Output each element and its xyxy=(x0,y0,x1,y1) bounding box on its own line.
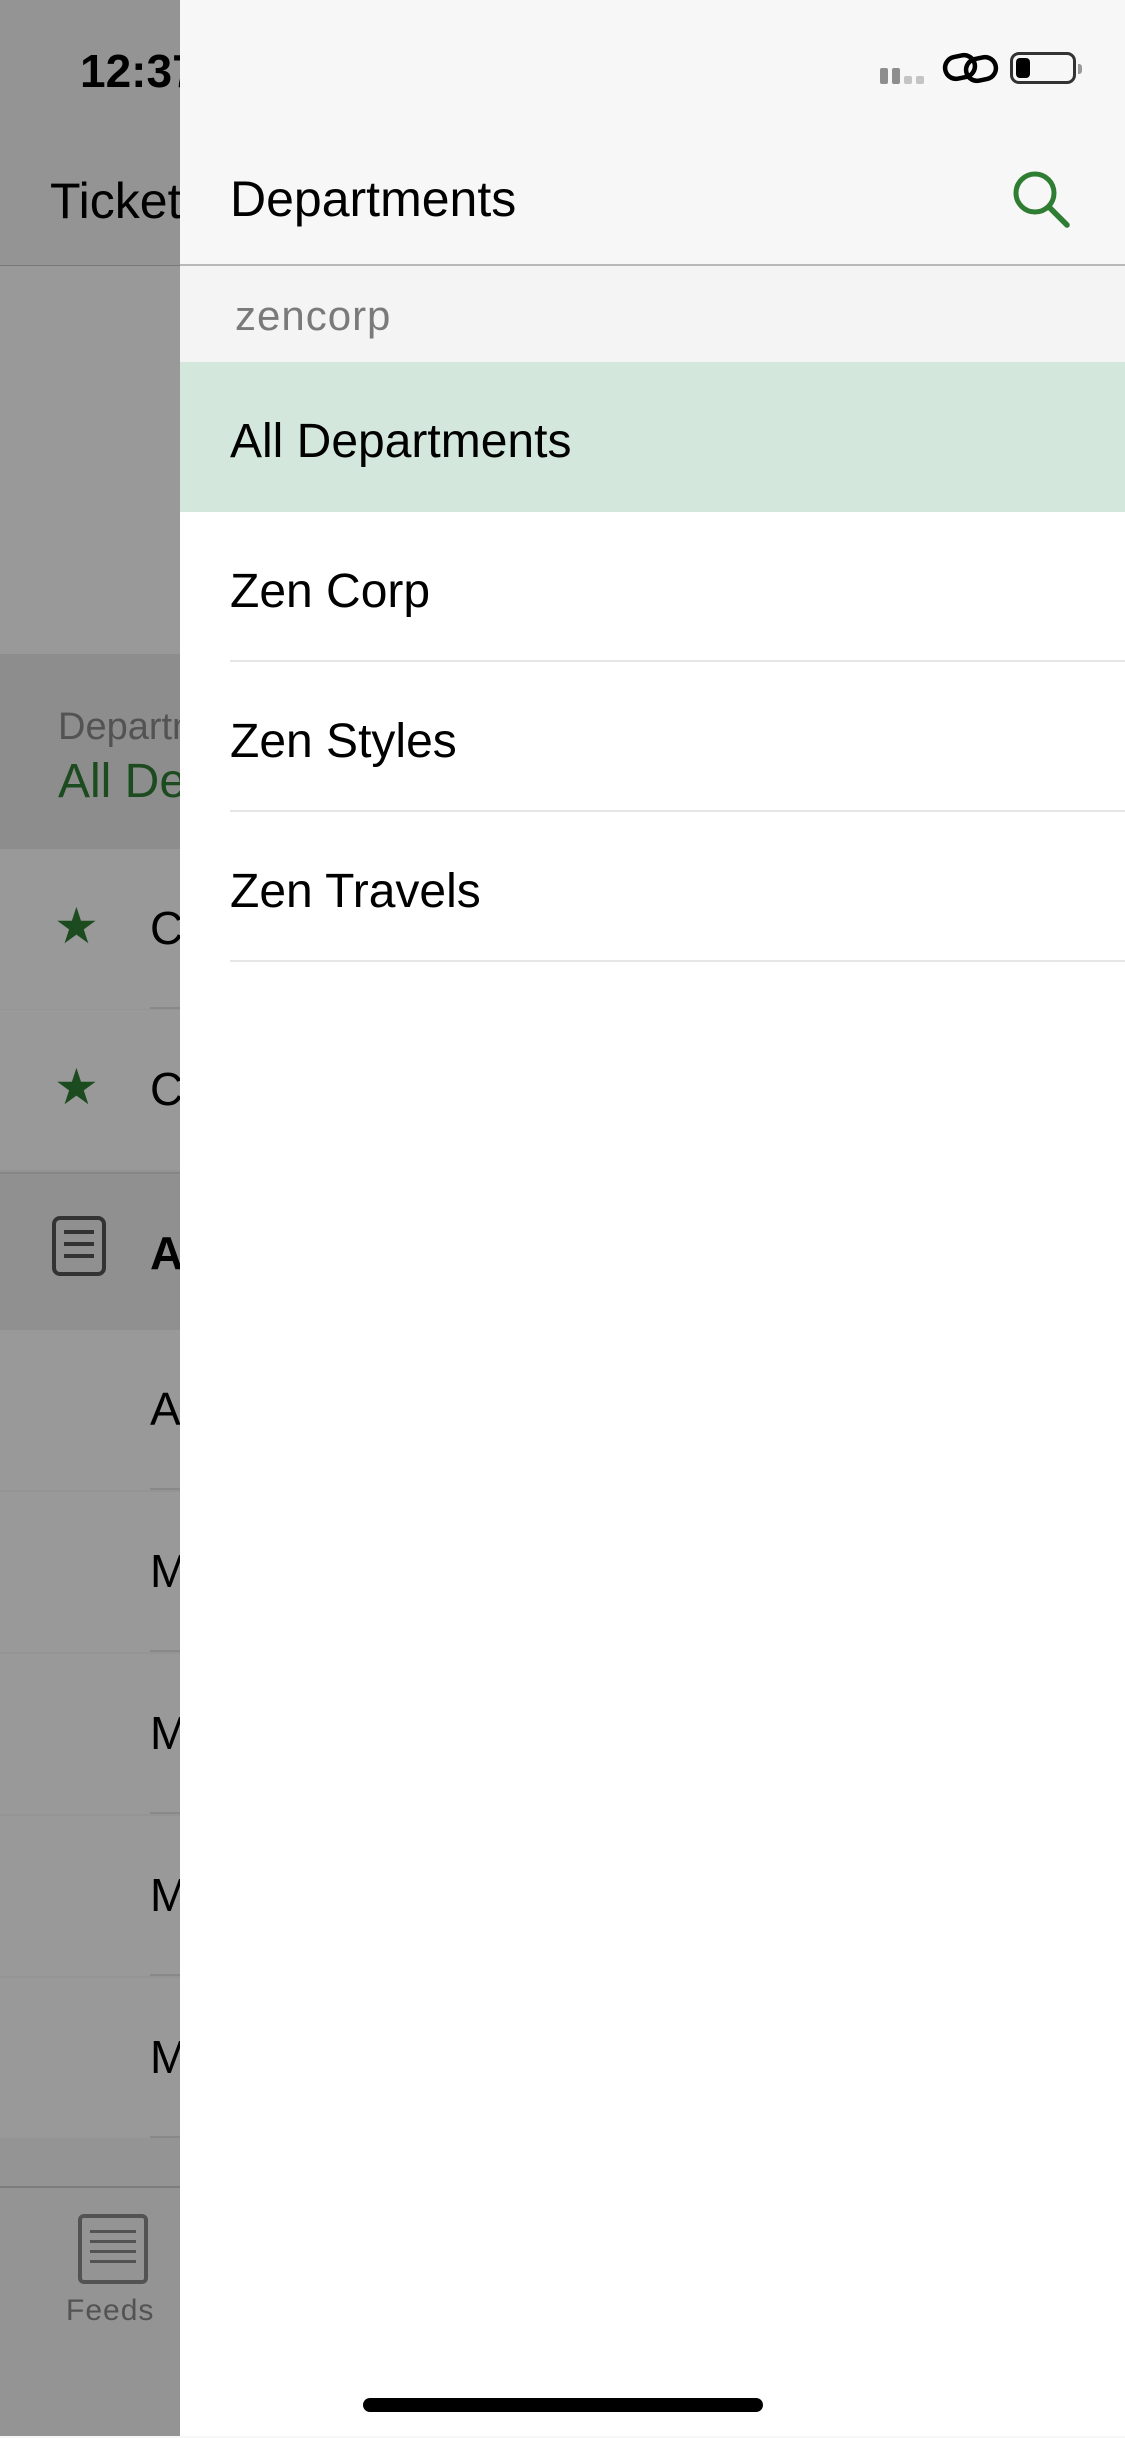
search-icon[interactable] xyxy=(1010,168,1072,230)
tenant-header: zencorp xyxy=(180,266,1125,362)
department-item-zen-corp[interactable]: Zen Corp xyxy=(180,512,1125,662)
signal-bar xyxy=(892,68,900,84)
signal-bar xyxy=(916,76,924,84)
department-item-zen-styles[interactable]: Zen Styles xyxy=(180,662,1125,812)
battery-level xyxy=(1016,58,1030,78)
department-item-label: All Departments xyxy=(230,415,572,468)
department-item-zen-travels[interactable]: Zen Travels xyxy=(180,812,1125,962)
link-icon xyxy=(942,52,999,84)
battery-icon xyxy=(1010,52,1082,84)
signal-bar xyxy=(904,76,912,84)
department-list: All Departments Zen Corp Zen Styles Zen … xyxy=(180,362,1125,962)
department-item-all[interactable]: All Departments xyxy=(180,362,1125,512)
department-item-label: Zen Travels xyxy=(230,865,481,918)
departments-drawer: Departments zencorp All Departments Zen … xyxy=(180,0,1125,2436)
tenant-label: zencorp xyxy=(235,292,392,339)
signal-icon xyxy=(880,68,888,84)
department-item-label: Zen Styles xyxy=(230,715,457,768)
divider xyxy=(230,960,1125,962)
drawer-header: Departments xyxy=(180,0,1125,266)
department-item-label: Zen Corp xyxy=(230,565,431,618)
drawer-title: Departments xyxy=(230,171,517,227)
home-indicator[interactable] xyxy=(363,2398,763,2412)
